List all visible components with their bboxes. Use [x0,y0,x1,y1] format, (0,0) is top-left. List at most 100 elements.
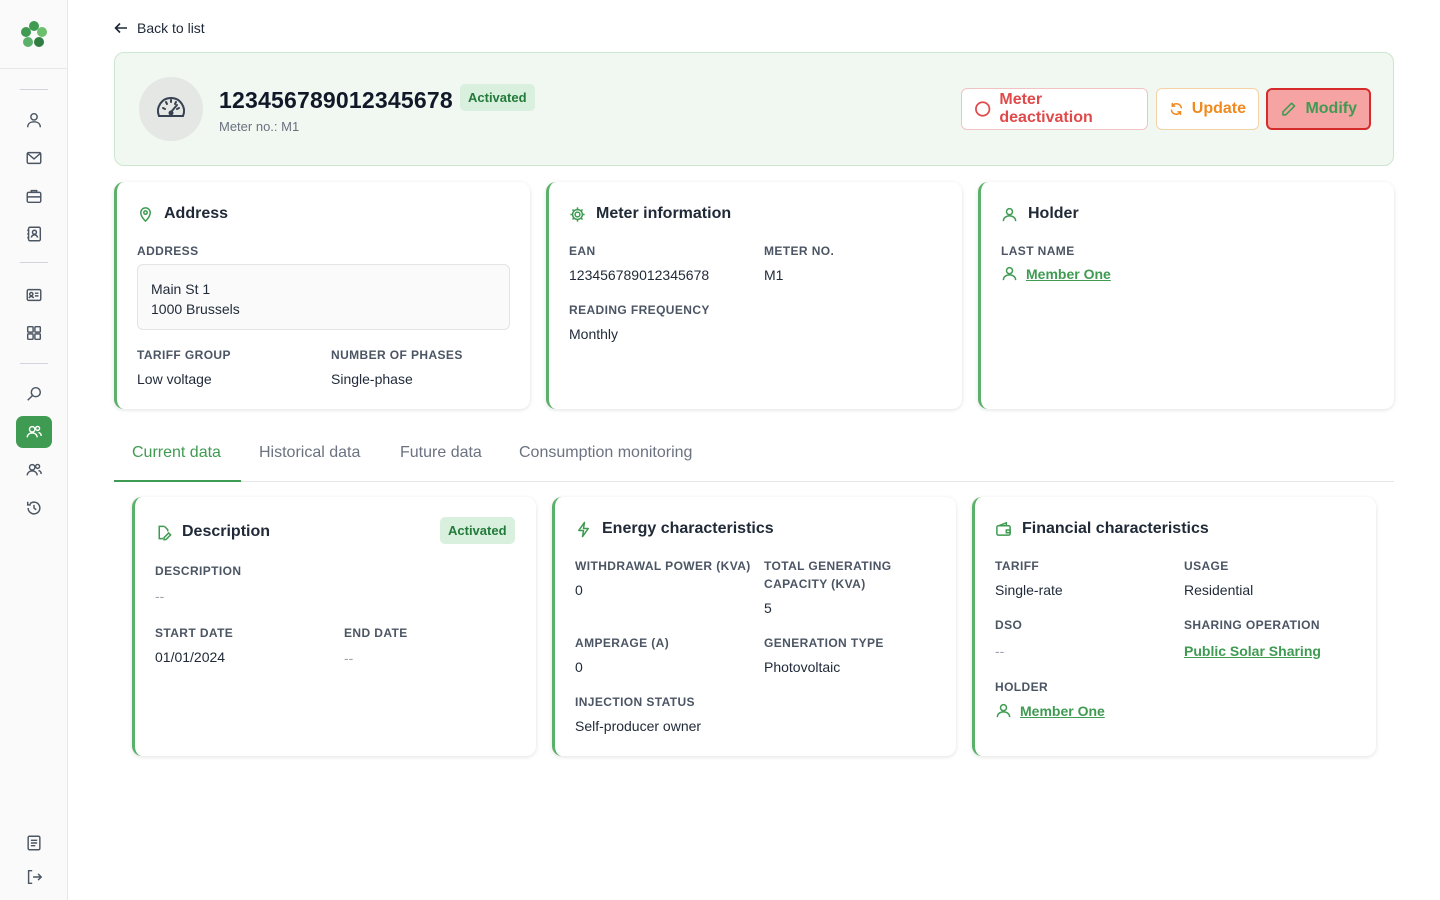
generation-type-value: Photovoltaic [764,659,841,675]
modify-label: Modify [1305,100,1357,117]
meter-deactivation-label: Meter deactivation [999,91,1093,126]
update-label: Update [1191,100,1246,117]
description-status-badge: Activated [440,517,515,544]
meter-information-title: Meter information [569,205,731,223]
user-icon [996,703,1011,718]
address-line-1: Main St 1 [151,281,211,297]
nav-contacts-icon[interactable] [24,224,44,244]
generating-capacity-value: 5 [764,600,772,616]
tab-consumption-monitoring[interactable]: Consumption monitoring [519,444,692,462]
nav-member-icon[interactable] [24,110,44,130]
meter-header-card: 123456789012345678 Activated Meter no.: … [114,52,1394,166]
sidebar-divider [20,89,48,90]
ean-label: EAN [569,244,596,258]
nav-members-active-icon[interactable] [16,416,52,448]
address-box: Main St 1 1000 Brussels [137,264,510,330]
nav-grid-icon[interactable] [24,323,44,343]
energy-title-text: Energy characteristics [602,520,774,537]
tab-historical-data[interactable]: Historical data [259,444,360,462]
energy-characteristics-card: Energy characteristics WITHDRAWAL POWER … [552,497,956,756]
tariff-value: Single-rate [995,582,1063,598]
address-title-text: Address [164,205,229,222]
modify-button[interactable]: Modify [1266,88,1371,130]
tariff-group-value: Low voltage [137,371,212,387]
generating-capacity-label: TOTAL GENERATING CAPACITY (KVA) [764,557,892,593]
gauge-icon [139,77,203,141]
nav-mail-icon[interactable] [24,148,44,168]
usage-label: USAGE [1184,559,1229,573]
holder-member-name[interactable]: Member One [1026,266,1111,282]
holder-member-link[interactable]: Member One [1001,265,1111,282]
address-card-title: Address [137,205,228,223]
meter-number-subtitle: Meter no.: M1 [219,119,300,134]
holder-title-text: Holder [1028,205,1079,222]
address-line-2: 1000 Brussels [151,301,240,317]
financial-holder-name[interactable]: Member One [1020,703,1105,719]
meter-no-label: METER NO. [764,244,835,258]
description-value: -- [155,588,165,604]
nav-document-icon[interactable] [24,833,44,853]
sidebar-divider [0,68,68,69]
amperage-label: AMPERAGE (A) [575,636,670,650]
active-tab-indicator [114,480,241,482]
description-card: Description Activated DESCRIPTION -- STA… [132,497,536,756]
financial-title: Financial characteristics [995,520,1209,538]
sharing-operation-label: SHARING OPERATION [1184,618,1320,632]
description-label: DESCRIPTION [155,564,242,578]
description-title-text: Description [182,523,271,540]
wallet-icon [996,521,1011,536]
status-badge: Activated [460,84,535,111]
address-label: ADDRESS [137,244,199,258]
sidebar-divider [20,262,48,263]
holder-label: HOLDER [995,680,1049,694]
update-button[interactable]: Update [1156,88,1259,130]
nav-history-icon[interactable] [24,498,44,518]
sidebar [0,0,68,900]
amperage-value: 0 [575,659,583,675]
back-to-list-link[interactable]: Back to list [113,20,205,36]
user-icon [1002,207,1017,221]
tariff-label: TARIFF [995,559,1040,573]
holder-card: Holder LAST NAME Member One [978,182,1394,409]
user-icon [1002,266,1017,281]
withdrawal-power-value: 0 [575,582,583,598]
tab-future-data[interactable]: Future data [400,444,482,462]
data-tabs: Current data Historical data Future data… [114,436,1394,482]
dso-label: DSO [995,618,1023,632]
injection-status-value: Self-producer owner [575,718,702,734]
injection-status-label: INJECTION STATUS [575,695,695,709]
arrow-left-icon [114,22,127,34]
phases-label: NUMBER OF PHASES [331,348,463,362]
reading-frequency-value: Monthly [569,326,619,342]
usage-value: Residential [1184,582,1254,598]
nav-id-card-icon[interactable] [24,285,44,305]
tab-current-data[interactable]: Current data [132,444,221,462]
start-date-label: START DATE [155,626,234,640]
dso-value: -- [995,643,1005,659]
financial-holder-link[interactable]: Member One [995,702,1105,719]
start-date-value: 01/01/2024 [155,649,226,665]
pencil-icon [1282,102,1296,116]
sidebar-divider [20,363,48,364]
nav-briefcase-icon[interactable] [24,186,44,206]
edit-document-icon [158,525,172,540]
meter-ean-title: 123456789012345678 [219,87,453,113]
refresh-icon [1170,102,1183,116]
meter-deactivation-button[interactable]: Meter deactivation [961,88,1148,130]
phases-value: Single-phase [331,371,413,387]
generating-capacity-label-line-1: TOTAL GENERATING [764,559,892,573]
nav-members-icon[interactable] [24,460,44,480]
nav-search-icon[interactable] [24,384,44,404]
map-pin-icon [140,206,151,222]
app-logo[interactable] [19,19,49,49]
sharing-operation-link[interactable]: Public Solar Sharing [1184,643,1321,659]
last-name-label: LAST NAME [1001,244,1075,258]
nav-logout-icon[interactable] [24,867,44,887]
meter-information-title-text: Meter information [596,205,732,222]
energy-title: Energy characteristics [575,520,774,538]
tariff-group-label: TARIFF GROUP [137,348,231,362]
meter-information-card: Meter information EAN 123456789012345678… [546,182,962,409]
generation-type-label: GENERATION TYPE [764,636,884,650]
generating-capacity-label-line-2: CAPACITY (KVA) [764,577,866,591]
circle-icon [975,101,991,117]
